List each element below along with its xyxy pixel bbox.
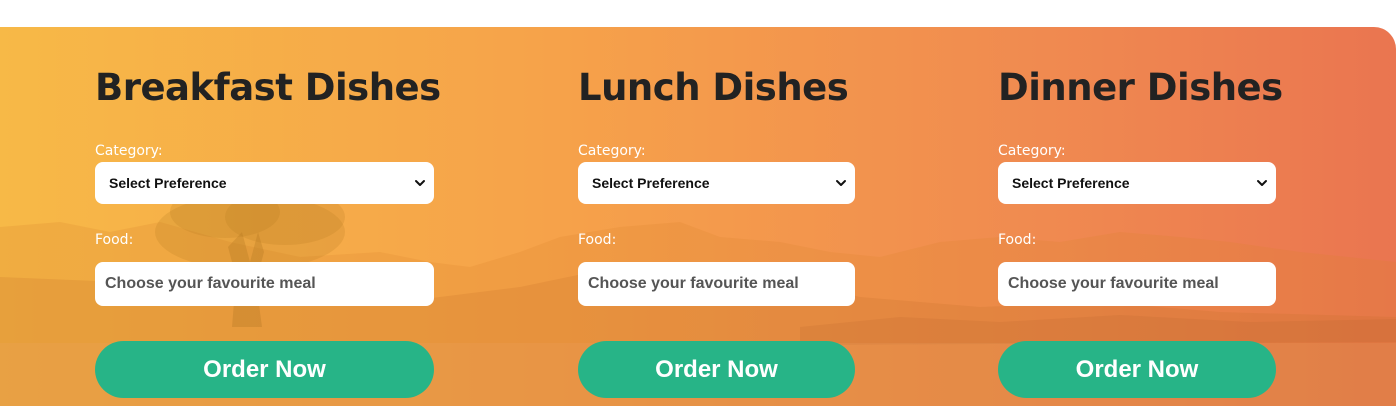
dinner-category-label: Category:	[998, 143, 1066, 159]
chevron-down-icon	[1257, 180, 1267, 186]
hero-section: Breakfast Dishes Category: Select Prefer…	[0, 27, 1396, 406]
dinner-category-select[interactable]: Select Preference	[998, 162, 1276, 204]
breakfast-food-placeholder: Choose your favourite meal	[105, 275, 316, 292]
lunch-food-input[interactable]: Choose your favourite meal	[578, 262, 855, 306]
breakfast-column: Breakfast Dishes Category: Select Prefer…	[95, 27, 441, 406]
lunch-category-select[interactable]: Select Preference	[578, 162, 855, 204]
chevron-down-icon	[415, 180, 425, 186]
lunch-category-value: Select Preference	[592, 175, 710, 191]
dinner-order-button[interactable]: Order Now	[998, 341, 1276, 398]
lunch-column: Lunch Dishes Category: Select Preference…	[578, 27, 855, 406]
breakfast-category-select[interactable]: Select Preference	[95, 162, 434, 204]
breakfast-order-button[interactable]: Order Now	[95, 341, 434, 398]
dinner-column: Dinner Dishes Category: Select Preferenc…	[998, 27, 1283, 406]
chevron-down-icon	[836, 180, 846, 186]
lunch-category-label: Category:	[578, 143, 646, 159]
lunch-title: Lunch Dishes	[578, 66, 849, 109]
lunch-food-label: Food:	[578, 232, 617, 248]
lunch-food-placeholder: Choose your favourite meal	[588, 275, 799, 292]
breakfast-food-input[interactable]: Choose your favourite meal	[95, 262, 434, 306]
dinner-food-placeholder: Choose your favourite meal	[1008, 275, 1219, 292]
dinner-title: Dinner Dishes	[998, 66, 1283, 109]
breakfast-food-label: Food:	[95, 232, 134, 248]
dinner-food-label: Food:	[998, 232, 1037, 248]
dinner-food-input[interactable]: Choose your favourite meal	[998, 262, 1276, 306]
dinner-category-value: Select Preference	[1012, 175, 1130, 191]
lunch-order-button[interactable]: Order Now	[578, 341, 855, 398]
breakfast-category-value: Select Preference	[109, 175, 227, 191]
breakfast-title: Breakfast Dishes	[95, 66, 441, 109]
breakfast-category-label: Category:	[95, 143, 163, 159]
